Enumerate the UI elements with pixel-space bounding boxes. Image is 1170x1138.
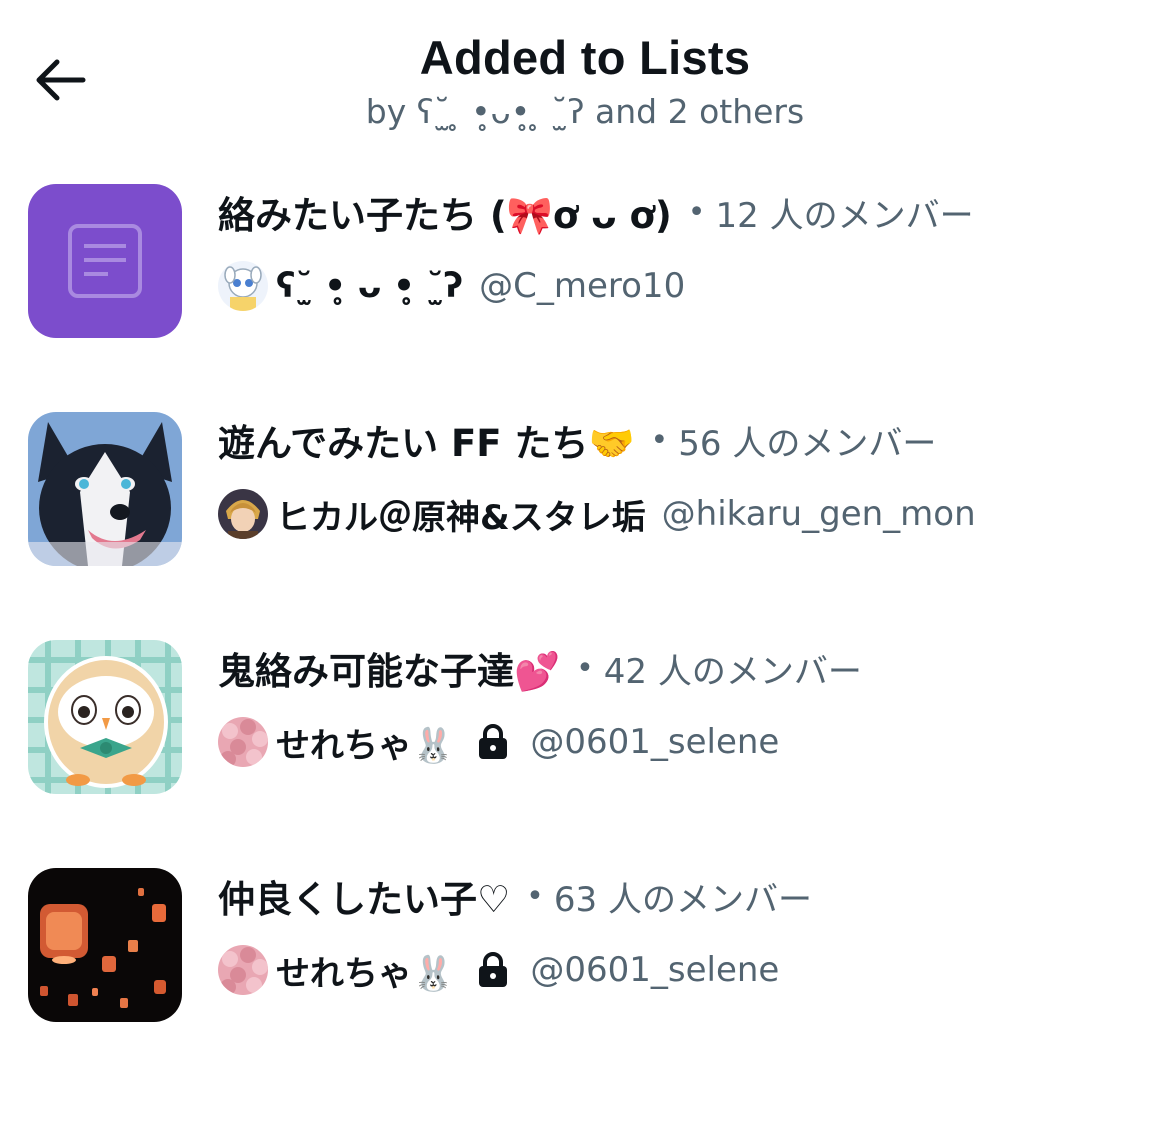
member-count: 56 人のメンバー: [678, 423, 937, 464]
back-button[interactable]: [30, 52, 90, 108]
owl-image: [28, 640, 182, 794]
screen: Added to Lists by ʕ˘̫ ̥ •̥ᴗ•̥ ̥ ˘̫ʔ and …: [0, 0, 1170, 1138]
owner-name: ʕ˘̫ •̥ ᴗ •̥ ˘̫ʔ: [276, 266, 464, 306]
owner-handle: @C_mero10: [479, 266, 686, 306]
husky-image: [28, 412, 182, 566]
lock-icon: [476, 952, 510, 988]
list-title-row: 仲良くしたい子♡ • 63 人のメンバー: [218, 866, 1150, 926]
back-arrow-icon: [36, 59, 86, 101]
owner-row[interactable]: ヒカル＠原神&スタレ垢 @hikaru_gen_mon: [218, 484, 1150, 544]
list-title-row: 鬼絡み可能な子達💕 • 42 人のメンバー: [218, 638, 1150, 698]
title-block: Added to Lists by ʕ˘̫ ̥ •̥ᴗ•̥ ̥ ˘̫ʔ and …: [200, 28, 970, 136]
list-name: 絡みたい子たち (🎀ơ ᴗ ơ): [218, 194, 672, 237]
owner-row[interactable]: ʕ˘̫ •̥ ᴗ •̥ ˘̫ʔ @C_mero10: [218, 256, 1150, 316]
list-name: 鬼絡み可能な子達💕: [218, 650, 561, 693]
separator-dot: •: [526, 878, 544, 914]
owner-row[interactable]: せれちゃ🐰 @0601_selene: [218, 712, 1150, 772]
owner-handle: @0601_selene: [530, 722, 780, 762]
header: Added to Lists by ʕ˘̫ ̥ •̥ᴗ•̥ ̥ ˘̫ʔ and …: [0, 0, 1170, 150]
list-thumbnail: [28, 640, 182, 794]
list-name: 仲良くしたい子♡: [218, 878, 511, 921]
list-name: 遊んでみたい FF たち🤝: [218, 422, 635, 465]
avatar: [218, 261, 268, 311]
list-item[interactable]: 遊んでみたい FF たち🤝 • 56 人のメンバー ヒカル＠原神&スタレ垢 @h…: [0, 410, 1170, 638]
owner-handle: @hikaru_gen_mon: [661, 494, 976, 534]
owner-row[interactable]: せれちゃ🐰 @0601_selene: [218, 940, 1150, 1000]
separator-dot: •: [687, 194, 706, 230]
member-count: 63 人のメンバー: [553, 879, 812, 920]
lanterns-image: [28, 868, 182, 1022]
lists-container: 絡みたい子たち (🎀ơ ᴗ ơ) • 12 人のメンバー ʕ˘̫ •̥ ᴗ •̥…: [0, 182, 1170, 1094]
separator-dot: •: [576, 650, 594, 686]
list-thumbnail: [28, 412, 182, 566]
list-item[interactable]: 仲良くしたい子♡ • 63 人のメンバー せれちゃ🐰 @0601_selene: [0, 866, 1170, 1094]
member-count: 42 人のメンバー: [603, 651, 862, 692]
owner-name: せれちゃ🐰: [276, 725, 455, 766]
owner-handle: @0601_selene: [530, 950, 780, 990]
list-item[interactable]: 鬼絡み可能な子達💕 • 42 人のメンバー せれちゃ🐰 @0601_selene: [0, 638, 1170, 866]
list-icon: [28, 184, 182, 338]
avatar: [218, 489, 268, 539]
page-subtitle: by ʕ˘̫ ̥ •̥ᴗ•̥ ̥ ˘̫ʔ and 2 others: [365, 92, 805, 131]
owner-name: せれちゃ🐰: [276, 953, 455, 994]
owner-name: ヒカル＠原神&スタレ垢: [276, 497, 646, 538]
list-info: 鬼絡み可能な子達💕 • 42 人のメンバー せれちゃ🐰 @0601_selene: [218, 638, 1150, 772]
page-title: Added to Lists: [419, 31, 751, 84]
list-info: 絡みたい子たち (🎀ơ ᴗ ơ) • 12 人のメンバー ʕ˘̫ •̥ ᴗ •̥…: [218, 182, 1150, 316]
list-title-row: 絡みたい子たち (🎀ơ ᴗ ơ) • 12 人のメンバー: [218, 182, 1150, 242]
avatar: [218, 717, 268, 767]
member-count: 12 人のメンバー: [715, 195, 974, 236]
lock-icon: [476, 724, 510, 760]
list-item[interactable]: 絡みたい子たち (🎀ơ ᴗ ơ) • 12 人のメンバー ʕ˘̫ •̥ ᴗ •̥…: [0, 182, 1170, 410]
separator-dot: •: [650, 422, 669, 458]
list-info: 仲良くしたい子♡ • 63 人のメンバー せれちゃ🐰 @0601_selene: [218, 866, 1150, 1000]
list-thumbnail: [28, 184, 182, 338]
list-title-row: 遊んでみたい FF たち🤝 • 56 人のメンバー: [218, 410, 1150, 470]
list-thumbnail: [28, 868, 182, 1022]
avatar: [218, 945, 268, 995]
list-info: 遊んでみたい FF たち🤝 • 56 人のメンバー ヒカル＠原神&スタレ垢 @h…: [218, 410, 1150, 544]
